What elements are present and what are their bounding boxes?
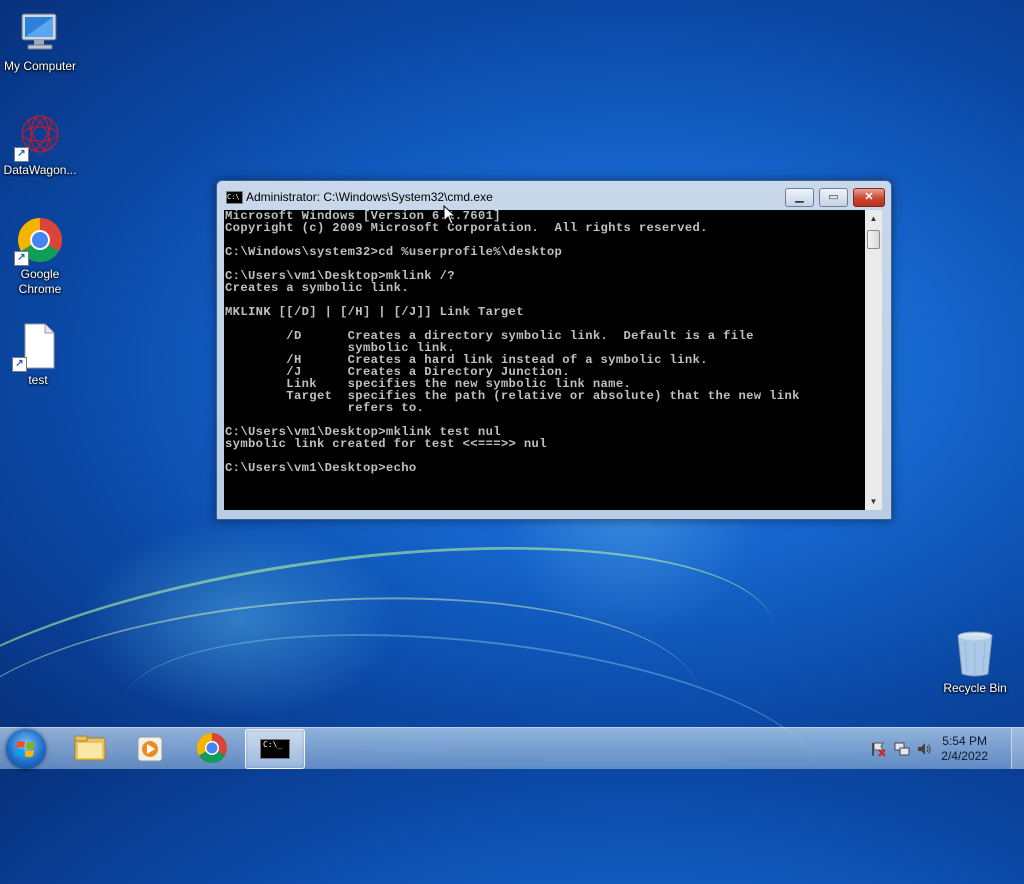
minimize-button[interactable]: ▁ <box>785 188 814 207</box>
wallpaper-streak <box>0 498 794 884</box>
media-player-icon <box>137 736 163 762</box>
windows-logo-icon <box>15 741 35 757</box>
close-button[interactable]: ✕ <box>853 188 885 207</box>
chrome-icon: ↗ <box>14 216 64 266</box>
minimize-icon: ▁ <box>795 191 804 203</box>
desktop-icon-test[interactable]: ↗ test <box>0 322 78 388</box>
datawagon-icon: ↗ <box>14 112 64 162</box>
desktop-icon-label: Google Chrome <box>18 267 62 296</box>
clock-date: 2/4/2022 <box>941 749 988 763</box>
desktop-icon-google-chrome[interactable]: ↗ Google Chrome <box>0 216 80 297</box>
explorer-icon <box>74 735 106 761</box>
window-title: Administrator: C:\Windows\System32\cmd.e… <box>246 190 493 204</box>
network-icon[interactable] <box>894 741 910 757</box>
taskbar-explorer-button[interactable] <box>60 729 118 767</box>
cmd-icon: C:\_ <box>260 739 290 759</box>
show-desktop-button[interactable] <box>1011 728 1024 769</box>
shortcut-arrow-icon: ↗ <box>12 357 27 372</box>
scroll-up-icon[interactable]: ▲ <box>865 210 882 227</box>
close-icon: ✕ <box>864 191 874 203</box>
taskbar: C:\_ 5:54 PM 2/4/2022 <box>0 727 1024 769</box>
desktop-icon-label: DataWagon... <box>3 163 77 177</box>
cmd-window[interactable]: C:\ Administrator: C:\Windows\System32\c… <box>216 180 892 520</box>
scroll-down-icon[interactable]: ▼ <box>865 493 882 510</box>
system-tray: 5:54 PM 2/4/2022 <box>864 728 1024 769</box>
vertical-scrollbar[interactable]: ▲ ▼ <box>865 210 882 510</box>
clock[interactable]: 5:54 PM 2/4/2022 <box>941 734 988 764</box>
desktop-icon-label: My Computer <box>3 59 77 73</box>
shortcut-arrow-icon: ↗ <box>14 251 29 266</box>
taskbar-chrome-button[interactable] <box>183 729 241 767</box>
desktop-icon-label: test <box>28 373 48 387</box>
action-center-flag-icon[interactable] <box>870 741 886 757</box>
shortcut-arrow-icon: ↗ <box>14 147 29 162</box>
desktop-icon-label: Recycle Bin <box>943 681 1007 695</box>
computer-icon <box>16 8 64 56</box>
volume-icon[interactable] <box>916 741 932 757</box>
wallpaper-streak <box>0 573 708 869</box>
console-text: Microsoft Windows [Version 6.1.7601] Cop… <box>225 210 800 475</box>
clock-time: 5:54 PM <box>942 734 987 748</box>
mouse-cursor-icon <box>443 204 457 230</box>
recycle-bin-icon <box>951 630 999 678</box>
scroll-thumb[interactable] <box>867 230 880 249</box>
desktop-icon-datawagon[interactable]: ↗ DataWagon... <box>0 112 80 178</box>
desktop-icon-recycle-bin[interactable]: Recycle Bin <box>935 630 1015 696</box>
maximize-icon: ▭ <box>828 191 839 203</box>
wallpaper-glow <box>80 520 400 720</box>
taskbar-cmd-button[interactable]: C:\_ <box>245 729 305 769</box>
maximize-button[interactable]: ▭ <box>819 188 848 207</box>
console-output[interactable]: Microsoft Windows [Version 6.1.7601] Cop… <box>224 210 865 510</box>
desktop-icon-my-computer[interactable]: My Computer <box>0 8 80 74</box>
chrome-icon <box>196 733 227 764</box>
taskbar-media-player-button[interactable] <box>121 729 179 767</box>
start-button[interactable] <box>6 729 46 769</box>
cmd-icon: C:\ <box>226 191 243 204</box>
file-icon: ↗ <box>12 322 62 372</box>
title-bar[interactable]: C:\ Administrator: C:\Windows\System32\c… <box>217 181 891 211</box>
